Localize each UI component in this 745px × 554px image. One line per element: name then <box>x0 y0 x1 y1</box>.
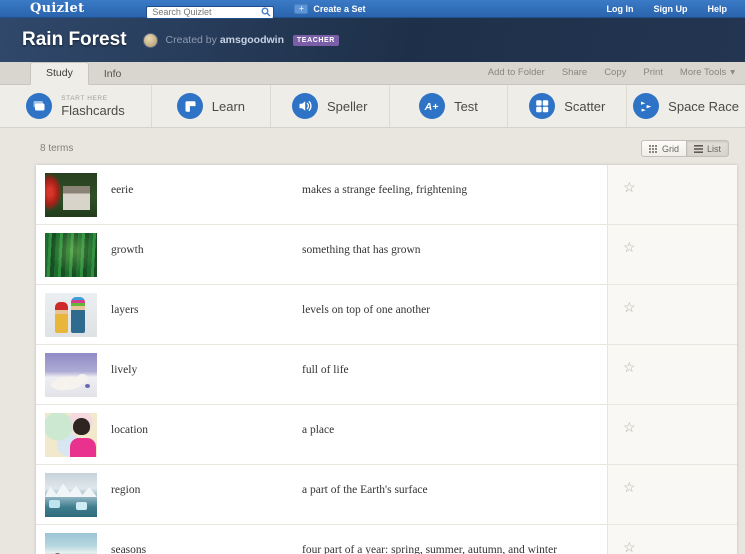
mode-scatter[interactable]: Scatter <box>508 85 628 127</box>
term-image-thumbnail[interactable] <box>45 293 97 337</box>
star-cell: ☆ <box>607 465 737 524</box>
print-button[interactable]: Print <box>643 67 663 78</box>
definition-text: a place <box>302 424 335 436</box>
list-view-button[interactable]: List <box>686 140 729 157</box>
grid-view-button[interactable]: Grid <box>640 140 687 157</box>
star-cell: ☆ <box>607 285 737 344</box>
term-text: growth <box>111 244 144 256</box>
log-in-link[interactable]: Log In <box>606 4 633 14</box>
list-icon <box>693 144 703 153</box>
teacher-badge: TEACHER <box>292 35 339 46</box>
star-cell: ☆ <box>607 345 737 404</box>
author-link[interactable]: amsgoodwin <box>220 34 284 46</box>
flashcards-icon <box>26 93 53 119</box>
test-icon: A+ <box>419 93 446 119</box>
table-row: eerie makes a strange feeling, frighteni… <box>36 165 737 225</box>
learn-icon <box>176 93 203 119</box>
chevron-down-icon: ▾ <box>730 67 735 78</box>
star-icon[interactable]: ☆ <box>623 179 636 195</box>
term-image-thumbnail[interactable] <box>45 413 97 457</box>
quizlet-logo[interactable]: Quizlet <box>30 1 84 16</box>
table-row: growth something that has grown ☆ <box>36 225 737 285</box>
definition-text: levels on top of one another <box>302 304 431 316</box>
terms-list: eerie makes a strange feeling, frighteni… <box>36 165 737 554</box>
table-row: region a part of the Earth's surface ☆ <box>36 465 737 525</box>
avatar[interactable] <box>142 32 158 48</box>
star-icon[interactable]: ☆ <box>623 359 636 375</box>
term-text: seasons <box>111 544 147 554</box>
term-text: layers <box>111 304 139 316</box>
tab-study[interactable]: Study <box>30 62 89 85</box>
sign-up-link[interactable]: Sign Up <box>653 4 687 14</box>
tab-strip: Study Info Add to Folder Share Copy Prin… <box>0 62 745 85</box>
term-text: location <box>111 424 149 436</box>
created-by: Created by amsgoodwin TEACHER <box>166 34 339 46</box>
more-tools-button[interactable]: More Tools <box>680 67 726 78</box>
definition-text: something that has grown <box>302 244 421 256</box>
svg-text:A+: A+ <box>424 101 439 113</box>
share-button[interactable]: Share <box>562 67 587 78</box>
mode-learn[interactable]: Learn <box>152 85 271 127</box>
star-icon[interactable]: ☆ <box>623 539 636 554</box>
speller-icon <box>291 93 318 119</box>
search-input[interactable] <box>146 5 275 19</box>
term-text: region <box>111 484 141 496</box>
add-to-folder-button[interactable]: Add to Folder <box>488 67 545 78</box>
term-image-thumbnail[interactable] <box>45 233 97 277</box>
plus-icon: + <box>294 3 309 14</box>
study-modes-bar: START HERE Flashcards Learn Speller A+ T… <box>0 85 745 128</box>
term-text: eerie <box>111 184 134 196</box>
definition-text: full of life <box>302 364 349 376</box>
term-image-thumbnail[interactable] <box>45 353 97 397</box>
set-header: Rain Forest Created by amsgoodwin TEACHE… <box>0 18 745 62</box>
table-row: layers levels on top of one another ☆ <box>36 285 737 345</box>
mode-flashcards[interactable]: START HERE Flashcards <box>0 85 152 127</box>
scatter-icon <box>529 93 556 119</box>
start-here-label: START HERE <box>61 94 108 102</box>
grid-icon <box>648 144 657 153</box>
star-icon[interactable]: ☆ <box>623 479 636 495</box>
mode-space-race[interactable]: Space Race <box>627 85 745 127</box>
table-row: location a place ☆ <box>36 405 737 465</box>
table-row: seasons four part of a year: spring, sum… <box>36 525 737 554</box>
definition-text: four part of a year: spring, summer, aut… <box>302 544 558 554</box>
set-toolbar: Add to Folder Share Copy Print More Tool… <box>488 67 735 84</box>
term-image-thumbnail[interactable] <box>45 473 97 517</box>
page-title: Rain Forest <box>22 29 127 50</box>
mode-test[interactable]: A+ Test <box>390 85 509 127</box>
term-image-thumbnail[interactable] <box>45 173 97 217</box>
star-cell: ☆ <box>607 225 737 284</box>
definition-text: a part of the Earth's surface <box>302 484 428 496</box>
star-cell: ☆ <box>607 525 737 554</box>
star-icon[interactable]: ☆ <box>623 419 636 435</box>
star-cell: ☆ <box>607 405 737 464</box>
list-header: 8 terms Grid List <box>0 128 745 165</box>
star-cell: ☆ <box>607 165 737 224</box>
table-row: lively full of life ☆ <box>36 345 737 405</box>
space-race-icon <box>633 93 660 119</box>
search-box <box>146 2 275 19</box>
search-icon[interactable] <box>261 4 271 22</box>
mode-speller[interactable]: Speller <box>271 85 390 127</box>
copy-button[interactable]: Copy <box>604 67 626 78</box>
term-count: 8 terms <box>40 143 74 154</box>
star-icon[interactable]: ☆ <box>623 299 636 315</box>
star-icon[interactable]: ☆ <box>623 239 636 255</box>
account-links: Log In Sign Up Help <box>606 4 727 14</box>
help-link[interactable]: Help <box>707 4 727 14</box>
create-set-button[interactable]: + Create a Set <box>294 3 365 14</box>
tab-info[interactable]: Info <box>89 64 137 85</box>
view-toggle: Grid List <box>640 140 729 157</box>
top-navigation-bar: Quizlet + Create a Set Log In Sign Up He… <box>0 0 745 19</box>
term-text: lively <box>111 364 138 376</box>
definition-text: makes a strange feeling, frightening <box>302 184 468 196</box>
term-image-thumbnail[interactable] <box>45 533 97 554</box>
